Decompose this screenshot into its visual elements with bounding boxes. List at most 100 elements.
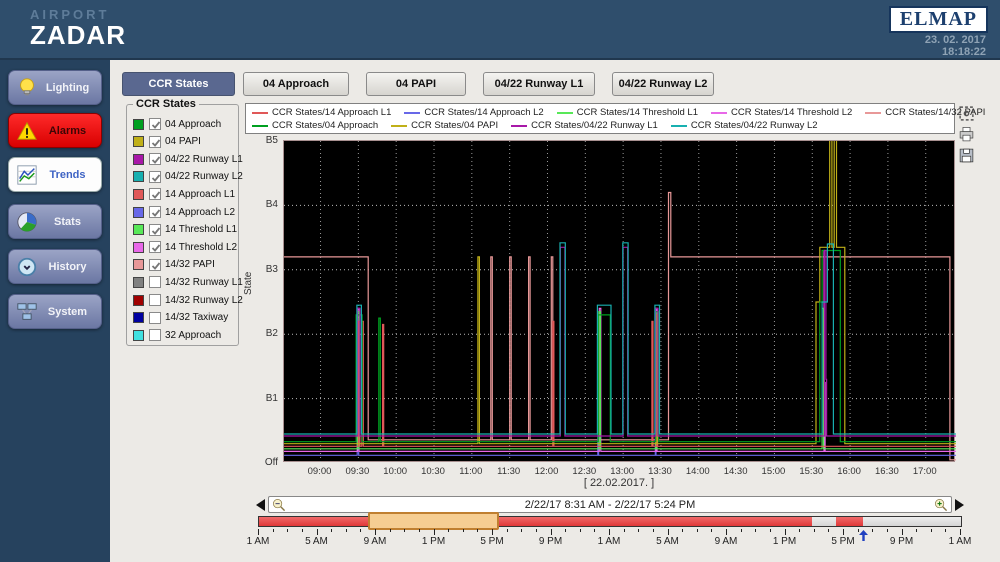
timeline-tick-label: 1 PM: [414, 536, 454, 547]
scroll-thumb[interactable]: 2/22/17 8:31 AM - 2/22/17 5:24 PM: [268, 496, 952, 513]
timeline-overview-bar[interactable]: [258, 516, 962, 527]
timeline-tick: [404, 529, 405, 532]
filter-item-label: 14/32 Runway L2: [165, 295, 243, 306]
sidebar-item-lighting[interactable]: Lighting: [8, 70, 102, 105]
color-swatch-icon: [133, 330, 144, 341]
x-tick-label: 14:30: [719, 466, 753, 477]
trend-plot-area[interactable]: [283, 140, 955, 462]
time-range-label: 2/22/17 8:31 AM - 2/22/17 5:24 PM: [286, 499, 934, 511]
color-swatch-icon: [133, 119, 144, 130]
color-swatch-icon: [133, 312, 144, 323]
filter-checkbox[interactable]: [149, 206, 161, 218]
bulb-icon: [16, 77, 38, 99]
legend-item-label: CCR States/14 Threshold L1: [577, 107, 698, 118]
print-icon[interactable]: [958, 126, 975, 143]
elmap-application-window: AIRPORT ZADAR ELMAP 23. 02. 2017 18:18:2…: [0, 0, 1000, 562]
sidebar-item-stats[interactable]: Stats: [8, 204, 102, 239]
timeline-tick: [785, 529, 786, 535]
pie-chart-icon: [16, 211, 38, 233]
timeline-tick: [726, 529, 727, 535]
x-tick-label: 16:30: [870, 466, 904, 477]
x-tick-label: 09:30: [340, 466, 374, 477]
timeline-tick: [580, 529, 581, 532]
timeline-tick: [419, 529, 420, 532]
filter-item: 14 Threshold L1: [133, 222, 237, 238]
filter-item-label: 04 PAPI: [165, 136, 201, 147]
filter-checkbox[interactable]: [149, 136, 161, 148]
scroll-right-arrow[interactable]: [955, 499, 964, 511]
filter-checkbox[interactable]: [149, 329, 161, 341]
warning-icon: [16, 120, 38, 142]
save-icon[interactable]: [958, 147, 975, 164]
color-swatch-icon: [133, 207, 144, 218]
timeline-selection[interactable]: [368, 512, 500, 530]
timeline-tick: [916, 529, 917, 532]
y-tick-label: Off: [252, 457, 278, 468]
x-tick-label: 11:30: [492, 466, 526, 477]
sidebar-item-label: Lighting: [38, 82, 101, 94]
series-line: [284, 308, 956, 448]
tab-04-approach[interactable]: 04 Approach: [243, 72, 349, 96]
timeline-tick: [931, 529, 932, 532]
filter-item: 04 Approach: [133, 116, 221, 132]
legend-item: CCR States/14 Approach L2: [404, 107, 543, 118]
legend-item: CCR States/04/22 Runway L2: [671, 120, 818, 131]
trend-chart-icon: [16, 164, 38, 186]
x-tick-label: 10:30: [416, 466, 450, 477]
filter-item: 04 PAPI: [133, 134, 201, 150]
scroll-left-arrow[interactable]: [256, 499, 265, 511]
current-date: 23. 02. 2017: [925, 34, 986, 46]
fullscreen-icon[interactable]: [958, 105, 975, 122]
zoom-out-icon[interactable]: [272, 498, 286, 512]
filter-checkbox[interactable]: [149, 153, 161, 165]
gridlines: [284, 141, 956, 463]
legend-item: CCR States/14 Approach L1: [252, 107, 391, 118]
color-swatch-icon: [133, 171, 144, 182]
timeline-tick: [668, 529, 669, 535]
filter-item-label: 14/32 PAPI: [165, 259, 215, 270]
legend-item-label: CCR States/14 Approach L2: [424, 107, 543, 118]
timeline-tick: [960, 529, 961, 535]
x-tick-label: 14:00: [681, 466, 715, 477]
sidebar-item-system[interactable]: System: [8, 294, 102, 329]
timeline-tick-label: 5 PM: [823, 536, 863, 547]
filter-item: 04/22 Runway L1: [133, 151, 243, 167]
timeline-activity-segment: [259, 517, 812, 526]
filter-checkbox[interactable]: [149, 294, 161, 306]
filter-checkbox[interactable]: [149, 171, 161, 183]
timeline-tick: [799, 529, 800, 532]
timeline-tick-label: 5 AM: [297, 536, 337, 547]
filter-item-label: 04/22 Runway L1: [165, 154, 243, 165]
tab-ccr-states[interactable]: CCR States: [122, 72, 235, 96]
computers-icon: [16, 301, 38, 323]
legend-item-label: CCR States/04 PAPI: [411, 120, 498, 131]
filter-item-label: 14 Threshold L2: [165, 242, 237, 253]
sidebar-item-alarms[interactable]: Alarms: [8, 113, 102, 148]
filter-checkbox[interactable]: [149, 188, 161, 200]
sidebar-item-trends[interactable]: Trends: [8, 157, 102, 192]
sidebar: Lighting Alarms Trends Stats History Sys…: [0, 60, 110, 562]
tab-04-22-runway-l2[interactable]: 04/22 Runway L2: [612, 72, 714, 96]
filter-item: 14 Approach L1: [133, 186, 235, 202]
timeline-tick: [711, 529, 712, 532]
timeline-tick: [653, 529, 654, 532]
tab-04-22-runway-l1[interactable]: 04/22 Runway L1: [483, 72, 595, 96]
filter-item: 04/22 Runway L2: [133, 169, 243, 185]
filter-item-label: 04 Approach: [165, 119, 221, 130]
current-time: 18:18:22: [925, 46, 986, 58]
timeline-tick: [638, 529, 639, 532]
timeline-tick: [507, 529, 508, 532]
filter-checkbox[interactable]: [149, 259, 161, 271]
zoom-in-icon[interactable]: [934, 498, 948, 512]
timeline-tick-label: 5 AM: [648, 536, 688, 547]
timeline-tick: [273, 529, 274, 532]
filter-checkbox[interactable]: [149, 118, 161, 130]
filter-checkbox[interactable]: [149, 241, 161, 253]
sidebar-item-history[interactable]: History: [8, 249, 102, 284]
filter-checkbox[interactable]: [149, 224, 161, 236]
filter-checkbox[interactable]: [149, 312, 161, 324]
filter-checkbox[interactable]: [149, 276, 161, 288]
legend-item-label: CCR States/04/22 Runway L2: [691, 120, 818, 131]
filter-item: 14 Approach L2: [133, 204, 235, 220]
tab-04-papi[interactable]: 04 PAPI: [366, 72, 466, 96]
